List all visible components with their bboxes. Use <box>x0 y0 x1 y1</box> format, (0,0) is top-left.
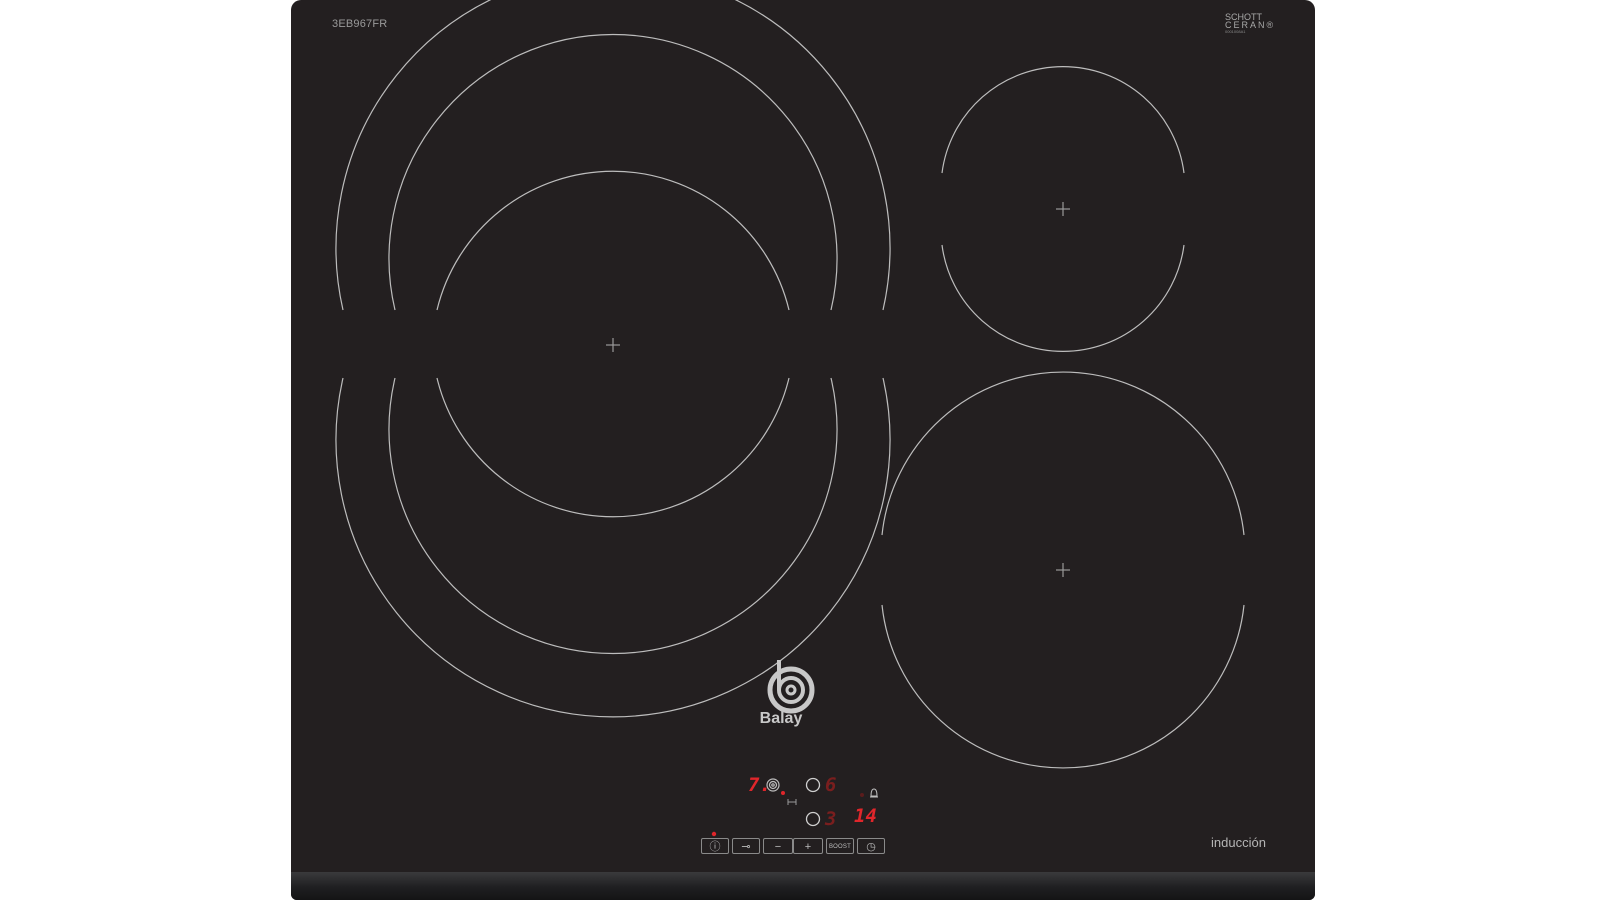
bell-icon <box>870 788 878 798</box>
left-decimal-dot-icon <box>781 791 785 795</box>
zone-large-ring-inner-bottom <box>436 377 790 518</box>
cooking-zones <box>335 0 1245 837</box>
zone-medium-ring-bottom <box>881 604 1245 769</box>
front-edge <box>291 872 1315 900</box>
zone-large-center-mark <box>606 338 620 352</box>
boost-button[interactable]: BOOST <box>826 838 854 854</box>
brand-logo: Balay <box>746 655 816 735</box>
zone-large-triple[interactable] <box>335 0 891 718</box>
zone-small-ring-bottom <box>941 244 1185 352</box>
small-zone-power-display: 6 <box>825 774 837 796</box>
medium-zone-power-display: 3 <box>825 808 837 830</box>
zone-large-ring-middle-top <box>388 33 838 311</box>
plus-button[interactable]: + <box>793 838 823 854</box>
zone-select-small-icon[interactable] <box>805 777 821 793</box>
zone-small-ring-top <box>941 66 1185 174</box>
timer-indicator-icon <box>860 793 864 797</box>
zone-small-center-mark <box>1056 202 1070 216</box>
child-lock-button[interactable]: ⊸ <box>732 838 760 854</box>
info-button[interactable]: ⓘ <box>701 838 729 854</box>
zone-large-ring-middle-bottom <box>388 377 838 655</box>
timer-button[interactable]: ◷ <box>857 838 885 854</box>
zone-medium-ring-top <box>881 371 1245 536</box>
timer-display: 14 <box>854 805 877 827</box>
minus-button[interactable]: − <box>763 838 793 854</box>
power-indicator-icon <box>711 831 717 837</box>
left-zone-power-display: 7. <box>748 774 771 796</box>
zone-large-ring-inner-top <box>436 170 790 311</box>
induction-cooktop: 3EB967FR SCHOTT CERAN® 0001008A1 Balay 7… <box>291 0 1315 900</box>
zone-medium-center-mark <box>1056 563 1070 577</box>
zone-large-ring-outer-top <box>335 0 891 311</box>
flex-bridge-icon <box>787 799 797 805</box>
induction-label: inducción <box>1211 835 1266 850</box>
zone-select-medium-icon[interactable] <box>805 811 821 827</box>
brand-name: Balay <box>759 710 803 727</box>
